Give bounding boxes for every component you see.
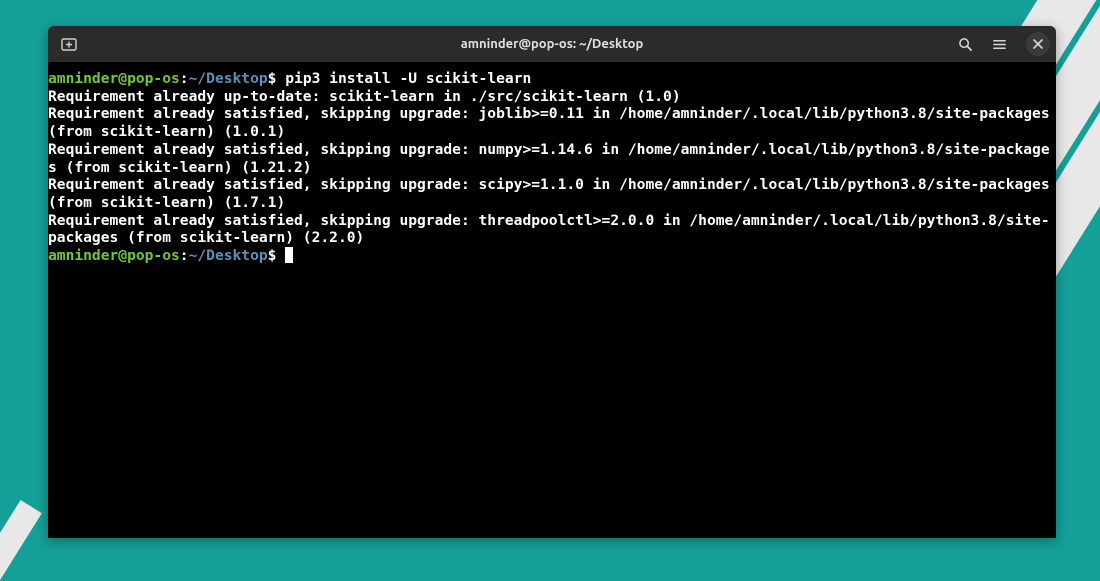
menu-button[interactable] [984, 30, 1014, 58]
output-line: Requirement already satisfied, skipping … [48, 176, 1056, 211]
prompt-path: ~/Desktop [189, 247, 268, 264]
close-icon [1033, 39, 1043, 49]
output-line: Requirement already satisfied, skipping … [48, 212, 1050, 247]
search-icon [958, 37, 973, 52]
output-line: Requirement already satisfied, skipping … [48, 105, 1056, 140]
output-line: Requirement already satisfied, skipping … [48, 141, 1050, 176]
search-button[interactable] [950, 30, 980, 58]
command-text: pip3 install -U scikit-learn [276, 70, 531, 87]
terminal-body[interactable]: amninder@pop-os:~/Desktop$ pip3 install … [48, 62, 1056, 538]
prompt-colon: : [180, 247, 189, 264]
hamburger-icon [992, 37, 1007, 52]
background-stripe [0, 500, 42, 581]
prompt-path: ~/Desktop [189, 70, 268, 87]
new-tab-icon [61, 36, 77, 52]
titlebar: amninder@pop-os: ~/Desktop [48, 26, 1056, 62]
prompt-user: amninder@pop-os [48, 70, 180, 87]
terminal-window: amninder@pop-os: ~/Desktop [48, 26, 1056, 538]
close-button[interactable] [1026, 32, 1050, 56]
prompt-colon: : [180, 70, 189, 87]
window-title: amninder@pop-os: ~/Desktop [48, 37, 1056, 51]
prompt-user: amninder@pop-os [48, 247, 180, 264]
output-line: Requirement already up-to-date: scikit-l… [48, 88, 681, 105]
prompt-dollar: $ [268, 247, 277, 264]
cursor [285, 247, 293, 263]
new-tab-button[interactable] [54, 30, 84, 58]
